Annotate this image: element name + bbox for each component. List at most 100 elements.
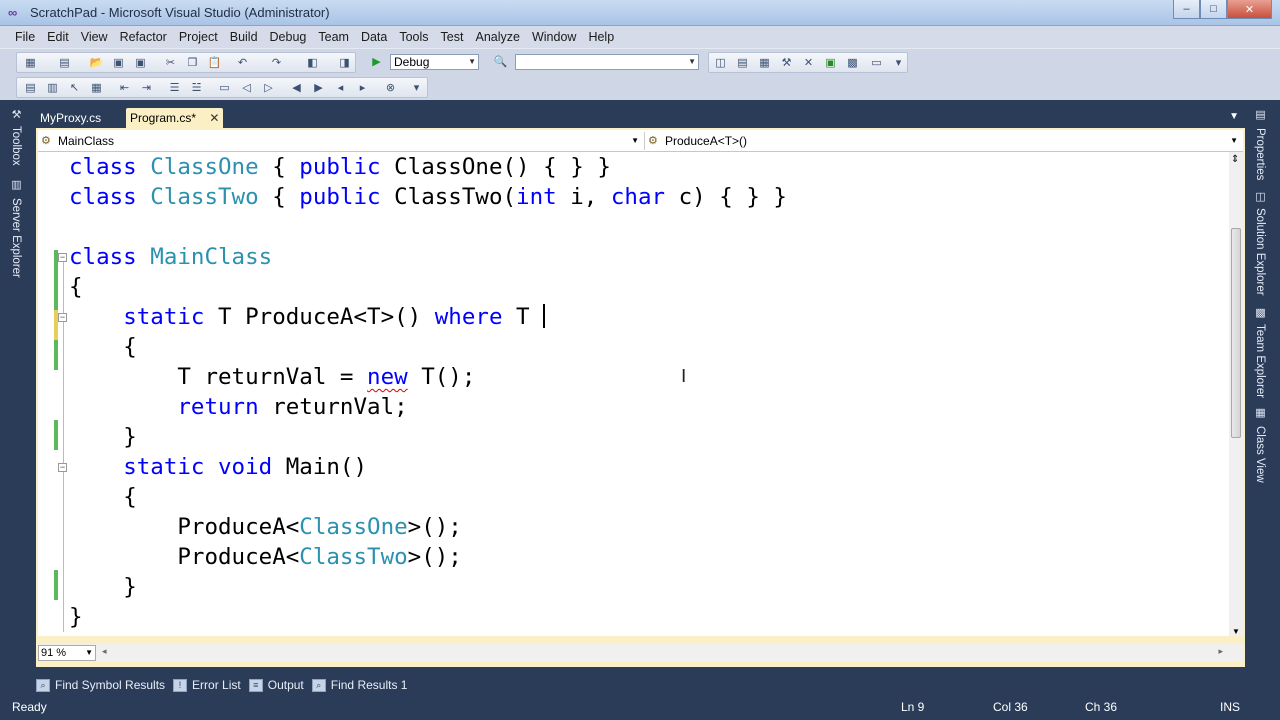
tab-program[interactable]: Program.cs* ✕	[126, 108, 224, 128]
previous-bookmark-folder-icon[interactable]: ◀	[289, 81, 304, 95]
scroll-thumb[interactable]	[1231, 228, 1241, 438]
tab-label: Find Results 1	[330, 678, 408, 692]
collapse-icon[interactable]: −	[58, 313, 67, 322]
scroll-right-icon[interactable]: ▸	[1218, 646, 1223, 657]
decrease-indent-icon[interactable]: ⇤	[117, 81, 132, 95]
tab-label: Program.cs*	[130, 111, 197, 125]
tab-overflow-icon[interactable]: ▼	[1229, 111, 1239, 122]
tab-output[interactable]: ≡ Output	[248, 675, 304, 695]
object-browser-icon[interactable]: ▦	[757, 56, 772, 70]
menu-data[interactable]: Data	[355, 30, 393, 44]
redo-icon[interactable]: ↷	[269, 56, 284, 70]
complete-word-icon[interactable]: ▦	[89, 81, 104, 95]
code-area[interactable]: − − − class ClassOne { public ClassOne()…	[38, 152, 1229, 636]
menu-team[interactable]: Team	[312, 30, 355, 44]
save-icon[interactable]: ▣	[111, 56, 126, 70]
toolbox-tab[interactable]: Toolbox	[10, 126, 22, 166]
comment-lines-icon[interactable]: ☰	[167, 81, 182, 95]
toggle-bookmark-icon[interactable]: ▭	[217, 81, 232, 95]
code-line-13: ProduceA<ClassOne>();	[177, 514, 462, 540]
menu-analyze[interactable]: Analyze	[469, 30, 525, 44]
add-item-icon[interactable]: ▤	[57, 56, 72, 70]
command-window-icon[interactable]: ▭	[869, 56, 884, 70]
vertical-scrollbar[interactable]: ⇕ ▼	[1229, 152, 1243, 636]
menu-project[interactable]: Project	[173, 30, 224, 44]
properties-icon[interactable]: ▤	[735, 56, 750, 70]
open-file-icon[interactable]: 📂	[89, 56, 104, 70]
solution-explorer-icon[interactable]: ◫	[713, 56, 728, 70]
title-bar: ∞ ScratchPad - Microsoft Visual Studio (…	[0, 0, 1280, 26]
save-all-icon[interactable]: ▣	[133, 56, 148, 70]
toolbar-options-icon[interactable]: ▾	[409, 81, 424, 95]
menu-tools[interactable]: Tools	[393, 30, 434, 44]
increase-indent-icon[interactable]: ⇥	[139, 81, 154, 95]
undo-icon[interactable]: ↶	[235, 56, 250, 70]
properties-tab[interactable]: Properties	[1254, 128, 1266, 180]
menu-test[interactable]: Test	[435, 30, 470, 44]
toolbar-options-icon[interactable]: ▾	[891, 56, 906, 70]
extension-manager-icon[interactable]: ▣	[823, 56, 838, 70]
menu-refactor[interactable]: Refactor	[114, 30, 173, 44]
tab-error-list[interactable]: ! Error List	[173, 675, 241, 695]
word-completion-icon[interactable]: ↖	[67, 81, 82, 95]
members-combo[interactable]: ⚙ ProduceA<T>() ▼	[644, 132, 1241, 150]
team-explorer-tab[interactable]: Team Explorer	[1254, 324, 1266, 398]
collapse-icon[interactable]: −	[58, 463, 67, 472]
menu-file[interactable]: File	[9, 30, 41, 44]
code-line-5: {	[69, 274, 83, 300]
find-combo[interactable]: ▼	[515, 54, 699, 70]
next-bookmark-icon[interactable]: ▷	[261, 81, 276, 95]
find-in-files-icon[interactable]: 🔍	[493, 55, 508, 69]
scroll-down-icon[interactable]: ▼	[1232, 627, 1240, 636]
collapse-icon[interactable]: −	[58, 253, 67, 262]
tab-myproxy[interactable]: MyProxy.cs	[36, 108, 105, 128]
previous-bookmark-icon[interactable]: ◁	[239, 81, 254, 95]
next-bookmark-doc-icon[interactable]: ▸	[355, 81, 370, 95]
solution-configuration-combo[interactable]: Debug ▼	[390, 54, 479, 70]
clear-bookmarks-icon[interactable]: ⊗	[383, 81, 398, 95]
zoom-value: 91 %	[41, 647, 67, 659]
chevron-down-icon: ▼	[1230, 136, 1238, 145]
menu-debug[interactable]: Debug	[264, 30, 313, 44]
menu-help[interactable]: Help	[582, 30, 620, 44]
close-tab-icon[interactable]: ✕	[209, 111, 219, 125]
toolbox-icon[interactable]: ⚒	[779, 56, 794, 70]
window-controls: – □ ✕	[1173, 0, 1272, 19]
menu-build[interactable]: Build	[224, 30, 264, 44]
types-combo[interactable]: ⚙ MainClass ▼	[38, 132, 642, 150]
code-line-11: static void Main()	[123, 454, 368, 480]
code-line-4: class MainClass	[69, 244, 273, 270]
tab-find-symbol-results[interactable]: ⌕ Find Symbol Results	[36, 675, 165, 695]
parameter-info-icon[interactable]: ▥	[45, 81, 60, 95]
cut-icon[interactable]: ✂	[163, 56, 178, 70]
tab-find-results-1[interactable]: ⌕ Find Results 1	[311, 675, 408, 695]
class-view-tab[interactable]: Class View	[1254, 426, 1266, 483]
tools-icon[interactable]: ✕	[801, 56, 816, 70]
toolbox-icon: ⚒	[11, 109, 22, 121]
menu-view[interactable]: View	[75, 30, 114, 44]
previous-bookmark-doc-icon[interactable]: ◂	[333, 81, 348, 95]
chevron-down-icon: ▼	[85, 648, 93, 657]
next-bookmark-folder-icon[interactable]: ▶	[311, 81, 326, 95]
uncomment-lines-icon[interactable]: ☱	[189, 81, 204, 95]
server-explorer-tab[interactable]: Server Explorer	[10, 198, 22, 278]
maximize-button[interactable]: □	[1200, 0, 1227, 19]
scroll-left-icon[interactable]: ◂	[102, 646, 107, 657]
menu-edit[interactable]: Edit	[41, 30, 75, 44]
close-button[interactable]: ✕	[1227, 0, 1272, 19]
team-explorer-icon[interactable]: ▩	[845, 56, 860, 70]
split-icon[interactable]: ⇕	[1231, 154, 1239, 165]
new-project-icon[interactable]: ▦	[23, 56, 38, 70]
paste-icon[interactable]: 📋	[207, 56, 222, 70]
code-line-2: class ClassTwo { public ClassTwo(int i, …	[69, 184, 787, 210]
server-explorer-icon: ▥	[11, 179, 22, 191]
navigate-backward-icon[interactable]: ◧	[305, 56, 320, 70]
navigate-forward-icon[interactable]: ◨	[337, 56, 352, 70]
zoom-combo[interactable]: 91 % ▼	[38, 645, 96, 661]
copy-icon[interactable]: ❐	[185, 56, 200, 70]
quick-info-icon[interactable]: ▤	[23, 81, 38, 95]
start-debugging-icon[interactable]: ▶	[369, 55, 384, 69]
solution-explorer-tab[interactable]: Solution Explorer	[1254, 208, 1266, 296]
minimize-button[interactable]: –	[1173, 0, 1200, 19]
menu-window[interactable]: Window	[526, 30, 582, 44]
